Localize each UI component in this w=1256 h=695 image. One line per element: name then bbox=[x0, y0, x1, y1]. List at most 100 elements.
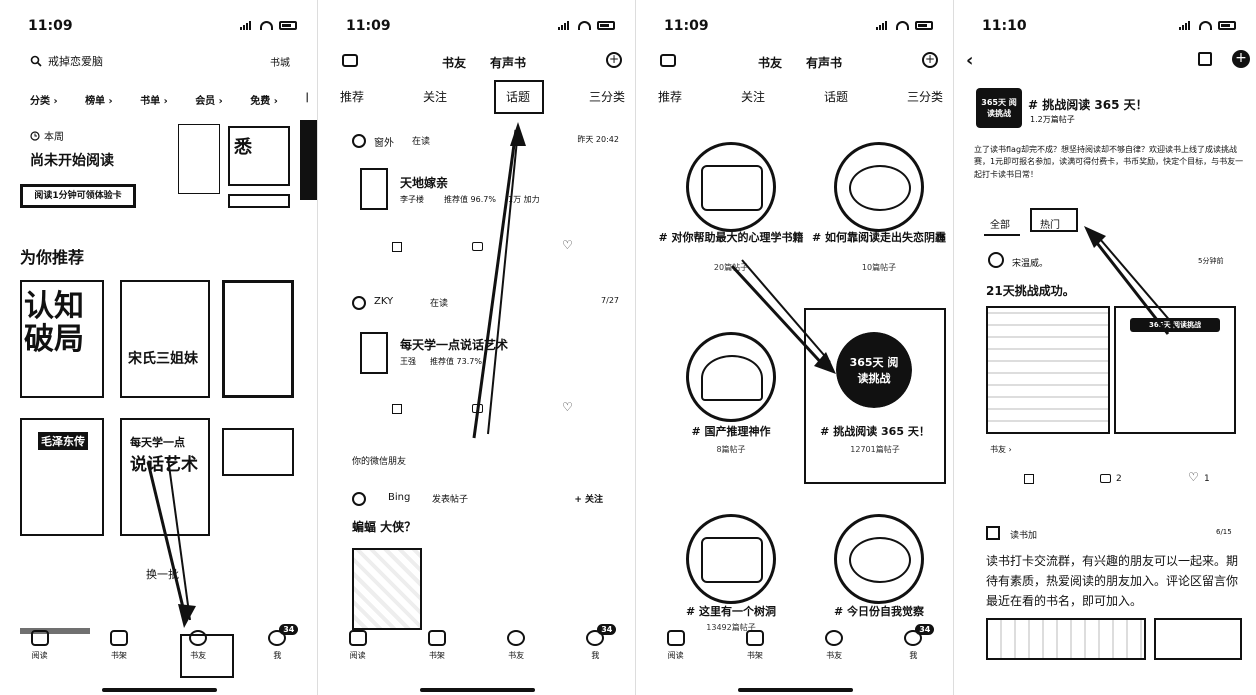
system-icons bbox=[1179, 20, 1236, 30]
current-book-cover-2[interactable]: 悉 bbox=[228, 126, 290, 186]
topic-title[interactable]: # 挑战阅读 365 天！ bbox=[800, 424, 950, 439]
tab-topics[interactable]: 话题 bbox=[824, 88, 848, 105]
topic-title[interactable]: # 国产推理神作 bbox=[656, 424, 806, 439]
status-bar: 11:10 bbox=[954, 18, 1256, 36]
post-user[interactable]: Bing bbox=[388, 492, 410, 503]
add-icon[interactable]: + bbox=[1232, 50, 1250, 68]
post-image[interactable] bbox=[986, 618, 1146, 660]
tab-read[interactable]: 阅读 bbox=[15, 630, 65, 661]
category-more[interactable]: | bbox=[305, 92, 309, 107]
avatar bbox=[988, 252, 1004, 268]
tab-category[interactable]: 三分类 bbox=[907, 88, 943, 105]
tab-me[interactable]: 我 34 bbox=[570, 624, 620, 661]
comment-icon[interactable] bbox=[472, 242, 483, 251]
category-free[interactable]: 免费 › bbox=[250, 92, 278, 107]
tab-follow[interactable]: 关注 bbox=[741, 88, 765, 105]
post-image-2[interactable]: 365天 阅读挑战 bbox=[1114, 306, 1236, 434]
tab-me[interactable]: 我 34 bbox=[252, 624, 302, 661]
tab-me[interactable]: 我 34 bbox=[888, 624, 938, 661]
search-bar[interactable]: 戒掉恋爱脑 bbox=[30, 52, 230, 70]
book-cover-6[interactable] bbox=[222, 428, 294, 476]
book-cover-speaking-art[interactable]: 每天学一点 说话艺术 bbox=[120, 418, 210, 536]
topic-title[interactable]: # 如何靠阅读走出失恋阴霾 bbox=[804, 230, 953, 245]
share-icon[interactable] bbox=[1198, 52, 1212, 66]
post-user[interactable]: 窗外 bbox=[374, 134, 394, 149]
message-icon[interactable] bbox=[342, 54, 358, 67]
topic-count: 12701篇帖子 bbox=[850, 445, 900, 454]
post-user[interactable]: 宋温威。 bbox=[1012, 256, 1048, 269]
refresh-button[interactable]: 换一批 bbox=[146, 566, 179, 582]
home-indicator bbox=[419, 688, 535, 692]
challenge-banner: 365天 阅读挑战 bbox=[1130, 318, 1220, 332]
post-user[interactable]: 读书加 bbox=[1010, 528, 1037, 541]
add-icon[interactable]: + bbox=[922, 52, 938, 68]
comment-icon[interactable] bbox=[1100, 474, 1111, 483]
topic-title[interactable]: # 今日份自我觉察 bbox=[804, 604, 953, 619]
category-vip[interactable]: 会员 › bbox=[195, 92, 223, 107]
like-icon[interactable]: ♡ bbox=[562, 400, 573, 414]
share-icon[interactable] bbox=[392, 242, 402, 252]
post-image-1[interactable] bbox=[986, 306, 1110, 434]
tab-bookfriends[interactable]: 书友 bbox=[809, 630, 859, 661]
topic-image-mystery[interactable] bbox=[686, 332, 776, 422]
header-audiobook[interactable]: 有声书 bbox=[490, 54, 526, 71]
book-cover-3[interactable] bbox=[222, 280, 294, 398]
comment-icon[interactable] bbox=[472, 404, 483, 413]
tab-read[interactable]: 阅读 bbox=[333, 630, 383, 661]
share-icon[interactable] bbox=[392, 404, 402, 414]
tab-read[interactable]: 阅读 bbox=[651, 630, 701, 661]
bookstore-link[interactable]: 书城 bbox=[270, 54, 290, 69]
topic-title[interactable]: # 对你帮助最大的心理学书籍 bbox=[656, 230, 806, 245]
post-time: 5分钟前 bbox=[1198, 257, 1224, 265]
book-cover-cognition[interactable]: 认知破局 bbox=[20, 280, 104, 398]
category-booklist[interactable]: 书单 › bbox=[140, 92, 168, 107]
post-image[interactable] bbox=[352, 548, 422, 630]
category-rank[interactable]: 榜单 › bbox=[85, 92, 113, 107]
tab-bookfriends[interactable]: 书友 bbox=[491, 630, 541, 661]
bottom-tab-bar: 阅读 书架 书友 我 34 bbox=[318, 624, 635, 675]
add-icon[interactable]: + bbox=[606, 52, 622, 68]
tab-recommend[interactable]: 推荐 bbox=[340, 88, 364, 105]
post-card[interactable]: ZKY 在读 7/27 每天学一点说话艺术 王强 推荐值 73.7% ♡ bbox=[348, 292, 625, 422]
category-classify[interactable]: 分类 › bbox=[30, 92, 58, 107]
message-icon[interactable] bbox=[660, 54, 676, 67]
topic-image-psychology[interactable] bbox=[686, 142, 776, 232]
topic-post-count: 1.2万篇帖子 bbox=[1030, 115, 1075, 124]
book-title-line1: 每天学一点 bbox=[130, 436, 185, 449]
tab-category[interactable]: 三分类 bbox=[589, 88, 625, 105]
tab-follow[interactable]: 关注 bbox=[423, 88, 447, 105]
current-book-cover-1[interactable] bbox=[178, 124, 220, 194]
tab-bookshelf[interactable]: 书架 bbox=[730, 630, 780, 661]
bottom-tab-bar: 阅读 书架 书友 我 34 bbox=[636, 624, 953, 675]
weekly-reading[interactable]: 本周 bbox=[30, 128, 64, 143]
friend-tag[interactable]: 书友 › bbox=[990, 444, 1012, 455]
post-user[interactable]: ZKY bbox=[374, 296, 393, 307]
tab-bookshelf[interactable]: 书架 bbox=[412, 630, 462, 661]
like-icon[interactable]: ♡ bbox=[1188, 470, 1199, 484]
system-icons bbox=[240, 20, 297, 30]
topic-image-treehole[interactable] bbox=[686, 514, 776, 604]
post-image[interactable] bbox=[1154, 618, 1242, 660]
share-icon[interactable] bbox=[1024, 474, 1034, 484]
book-cover-mao-biography[interactable]: 毛泽东传 bbox=[20, 418, 104, 536]
follow-button[interactable]: + 关注 bbox=[574, 492, 603, 505]
header-bookfriends[interactable]: 书友 bbox=[758, 54, 782, 71]
trial-card-banner[interactable]: 阅读1分钟可领体验卡 bbox=[20, 184, 136, 208]
tab-recommend[interactable]: 推荐 bbox=[658, 88, 682, 105]
back-icon[interactable]: ‹ bbox=[966, 50, 973, 71]
header-audiobook[interactable]: 有声书 bbox=[806, 54, 842, 71]
topic-image-challenge[interactable]: 365天 阅读挑战 bbox=[836, 332, 912, 408]
book-cover-soong-sisters[interactable]: 宋氏三姐妹 bbox=[120, 280, 210, 398]
post-card[interactable]: 窗外 在读 昨天 20:42 天地嫁亲 李子楼 推荐值 96.7% 1万 加力 … bbox=[348, 130, 625, 260]
header-bookfriends[interactable]: 书友 bbox=[442, 54, 466, 71]
topic-title[interactable]: # 这里有一个树洞 bbox=[656, 604, 806, 619]
tab-bookshelf[interactable]: 书架 bbox=[94, 630, 144, 661]
post-card[interactable]: Bing 发表帖子 + 关注 蝙蝠 大侠？ bbox=[348, 490, 625, 630]
topic-image-heartbreak[interactable] bbox=[834, 142, 924, 232]
like-icon[interactable]: ♡ bbox=[562, 238, 573, 252]
like-count: 1 bbox=[1204, 474, 1210, 484]
current-book-cover-3[interactable] bbox=[300, 120, 317, 200]
topic-image-awareness[interactable] bbox=[834, 514, 924, 604]
tab-all[interactable]: 全部 bbox=[990, 216, 1010, 231]
planet-icon bbox=[825, 630, 844, 646]
